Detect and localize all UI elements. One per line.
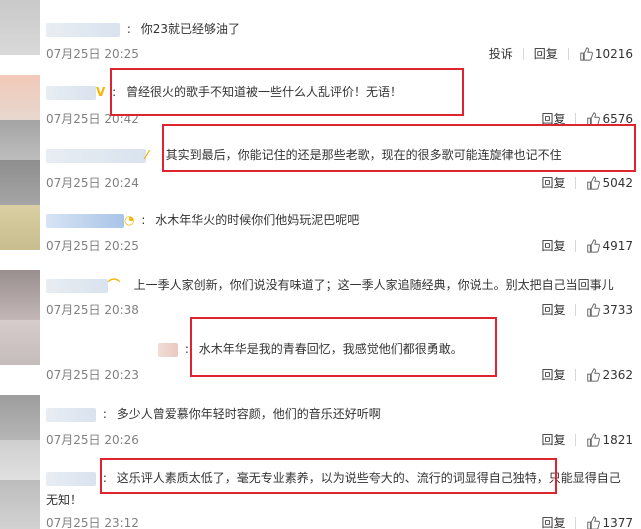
reply-button[interactable]: 回复 xyxy=(541,237,565,254)
username[interactable] xyxy=(46,22,120,37)
comment-time: 07月25日 20:25 xyxy=(46,47,139,61)
comment-text: 水木年华火的时候你们他妈玩泥巴呢吧 xyxy=(155,213,360,227)
reply-button[interactable]: 回复 xyxy=(541,366,565,383)
comment-actions: 投诉 回复 10216 xyxy=(489,45,633,62)
colon: : xyxy=(126,22,131,36)
like-button[interactable]: 2362 xyxy=(586,368,633,382)
avatar[interactable] xyxy=(0,75,40,120)
comment-actions: 回复 2362 xyxy=(541,366,633,383)
verified-badge-icon: ◔ xyxy=(124,213,135,227)
avatar[interactable] xyxy=(0,270,40,320)
avatar[interactable] xyxy=(0,480,40,529)
comment-time: 07月25日 20:24 xyxy=(46,176,139,190)
verified-badge-icon: ⁄ xyxy=(146,148,149,162)
divider xyxy=(575,112,577,125)
comment-time: 07月25日 23:12 xyxy=(46,516,139,529)
thumbs-up-icon xyxy=(587,432,601,447)
reply-button[interactable]: 回复 xyxy=(541,301,565,318)
avatar[interactable] xyxy=(0,205,40,250)
avatar[interactable] xyxy=(0,395,40,440)
username[interactable] xyxy=(46,278,108,293)
divider xyxy=(567,47,569,60)
divider xyxy=(575,368,577,381)
thumbs-up-icon xyxy=(587,515,601,529)
comment-text: 这乐评人素质太低了，毫无专业素养，以为说些夸大的、流行的词显得自己独特，只能显得… xyxy=(116,471,621,485)
thumbs-up-icon xyxy=(580,46,593,61)
like-button[interactable]: 4917 xyxy=(586,239,633,253)
reply-button[interactable]: 回复 xyxy=(541,431,565,448)
comment-text-continued: 无知！ xyxy=(46,493,83,507)
colon: : xyxy=(184,342,189,356)
divider xyxy=(522,47,524,60)
comment-text: 上一季人家创新，你们说没有味道了；这一季人家追随经典，你说土。别太把自己当回事儿 xyxy=(133,278,614,292)
comment-text: 多少人曾爱慕你年轻时容颜，他们的音乐还好听啊 xyxy=(116,407,381,421)
comment-actions: 回复 1377 xyxy=(541,514,633,529)
like-button[interactable]: 6576 xyxy=(586,112,633,126)
reply-button[interactable]: 回复 xyxy=(534,45,558,62)
avatar[interactable] xyxy=(0,120,40,160)
username[interactable] xyxy=(46,85,96,100)
thumbs-up-icon xyxy=(587,367,601,382)
avatar[interactable] xyxy=(0,0,40,55)
comment-actions: 回复 6576 xyxy=(541,110,633,127)
comment-actions: 回复 1821 xyxy=(541,431,633,448)
reply-button[interactable]: 回复 xyxy=(541,174,565,191)
like-button[interactable]: 10216 xyxy=(579,47,633,61)
reply-button[interactable]: 回复 xyxy=(541,110,565,127)
colon: : xyxy=(102,407,107,421)
comment-actions: 回复 4917 xyxy=(541,237,633,254)
like-count: 10216 xyxy=(594,46,633,61)
like-button[interactable]: 1377 xyxy=(586,516,633,529)
verified-badge-icon: V xyxy=(96,85,106,99)
avatar[interactable] xyxy=(0,440,40,480)
avatar[interactable] xyxy=(0,160,40,205)
like-button[interactable]: 5042 xyxy=(586,176,633,190)
like-count: 5042 xyxy=(602,175,633,190)
divider xyxy=(575,239,577,252)
comment-time: 07月25日 20:26 xyxy=(46,433,139,447)
colon: : xyxy=(141,213,146,227)
report-button[interactable]: 投诉 xyxy=(489,45,513,62)
thumbs-up-icon xyxy=(587,302,601,317)
thumbs-up-icon xyxy=(587,111,601,126)
username[interactable] xyxy=(46,407,96,422)
reply-button[interactable]: 回复 xyxy=(541,514,565,529)
comment-time: 07月25日 20:23 xyxy=(46,368,139,382)
comment-time: 07月25日 20:25 xyxy=(46,239,139,253)
comment-time: 07月25日 20:42 xyxy=(46,112,139,126)
like-count: 3733 xyxy=(602,302,633,317)
colon: : xyxy=(112,85,117,99)
like-count: 1377 xyxy=(602,515,633,529)
comment-time: 07月25日 20:38 xyxy=(46,303,139,317)
comment-text: 曾经很火的歌手不知道被一些什么人乱评价！无语！ xyxy=(126,85,403,99)
like-count: 2362 xyxy=(602,367,633,382)
divider xyxy=(575,433,577,446)
username[interactable] xyxy=(46,471,96,486)
divider xyxy=(575,176,577,189)
like-count: 6576 xyxy=(602,111,633,126)
comment-text: 其实到最后，你能记住的还是那些老歌，现在的很多歌可能连旋律也记不住 xyxy=(165,148,562,162)
comment-actions: 回复 3733 xyxy=(541,301,633,318)
username[interactable] xyxy=(46,213,124,228)
like-button[interactable]: 1821 xyxy=(586,433,633,447)
like-count: 4917 xyxy=(602,238,633,253)
thumbs-up-icon xyxy=(587,238,601,253)
divider xyxy=(575,516,577,529)
like-count: 1821 xyxy=(602,432,633,447)
divider xyxy=(575,303,577,316)
avatar[interactable] xyxy=(0,320,40,365)
like-button[interactable]: 3733 xyxy=(586,303,633,317)
comment-actions: 回复 5042 xyxy=(541,174,633,191)
comment-text: 水木年华是我的青春回忆，我感觉他们都很勇敢。 xyxy=(198,342,463,356)
thumbs-up-icon xyxy=(587,175,601,190)
avatar-strip xyxy=(0,0,40,529)
username[interactable] xyxy=(46,148,146,163)
username[interactable] xyxy=(158,342,178,357)
verified-badge-icon: ⌒ xyxy=(108,278,121,292)
comment-text: 你23就已经够油了 xyxy=(140,22,240,36)
colon: : xyxy=(102,471,107,485)
